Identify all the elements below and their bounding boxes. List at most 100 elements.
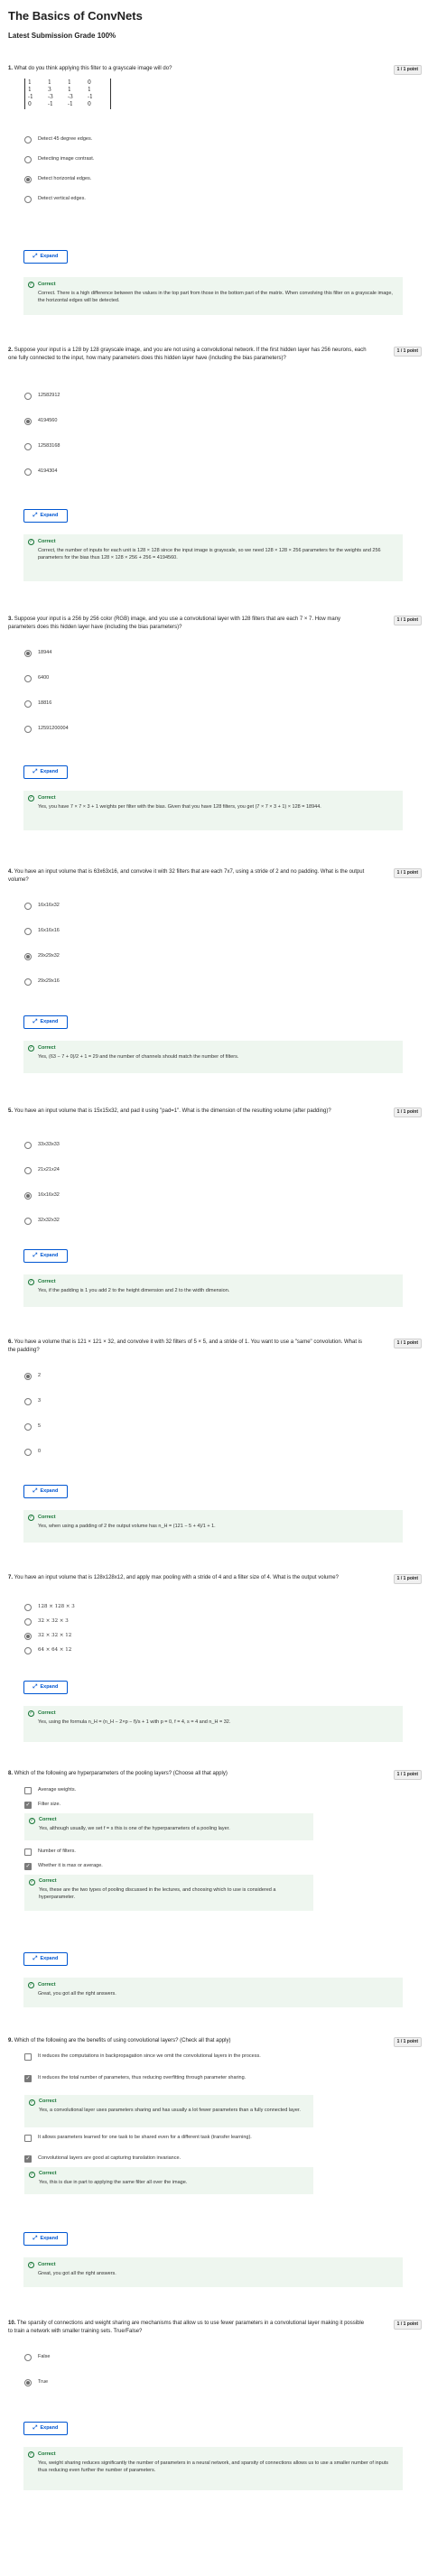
radio-button-selected[interactable]: [24, 650, 32, 657]
radio-button-selected[interactable]: [24, 1373, 32, 1380]
checkbox-checked[interactable]: ✓: [24, 1863, 32, 1870]
radio-button[interactable]: [24, 1167, 32, 1174]
check-icon: ✓: [28, 2262, 34, 2268]
option[interactable]: 0: [24, 1448, 422, 1457]
check-icon: ✓: [28, 282, 34, 288]
option[interactable]: 21x21x24: [24, 1166, 422, 1175]
radio-button[interactable]: [24, 443, 32, 450]
radio-button[interactable]: [24, 1218, 32, 1225]
checkbox-checked[interactable]: ✓: [24, 2075, 32, 2082]
expand-icon: ⤢: [33, 1488, 38, 1495]
expand-button[interactable]: ⤢ Expand: [23, 1485, 68, 1498]
radio-button[interactable]: [24, 1449, 32, 1456]
radio-button[interactable]: [24, 675, 32, 682]
filter-matrix: 1110 1311 -1 -3 -3 -1 0 -1 -1 0: [24, 78, 111, 110]
radio-button[interactable]: [24, 468, 32, 476]
option-feedback: ✓ Correct Yes, a convolutional layer uses …: [24, 2095, 313, 2127]
option[interactable]: 4194560: [24, 417, 422, 426]
option[interactable]: 4194304: [24, 468, 422, 477]
expand-button[interactable]: ⤢ Expand: [23, 2232, 68, 2246]
radio-button[interactable]: [24, 1142, 32, 1149]
expand-button[interactable]: ⤢ Expand: [23, 1249, 68, 1263]
radio-button-selected[interactable]: [24, 1633, 32, 1640]
option[interactable]: Detect vertical edges.: [24, 195, 422, 204]
option[interactable]: 29x29x16: [24, 978, 422, 987]
expand-button[interactable]: ⤢ Expand: [23, 2422, 68, 2435]
radio-button[interactable]: [24, 1423, 32, 1431]
option[interactable]: It reduces the computations in backpropa…: [24, 2053, 422, 2070]
radio-button-selected[interactable]: [24, 176, 32, 183]
option[interactable]: 12582912: [24, 392, 422, 401]
quiz-page: The Basics of ConvNets Latest Submission…: [0, 0, 428, 2576]
radio-button[interactable]: [24, 393, 32, 400]
option[interactable]: 128 × 128 × 3: [24, 1603, 422, 1612]
radio-button[interactable]: [24, 2354, 32, 2361]
option[interactable]: True: [24, 2378, 422, 2387]
grade-label: Latest Submission Grade 100%: [8, 31, 116, 40]
option[interactable]: 18944: [24, 649, 422, 658]
radio-button[interactable]: [24, 136, 32, 144]
radio-button-selected[interactable]: [24, 953, 32, 960]
expand-button[interactable]: ⤢ Expand: [23, 509, 68, 523]
option[interactable]: ✓ It reduces the total number of paramete…: [24, 2075, 422, 2091]
option[interactable]: 32 × 32 × 3: [24, 1617, 422, 1626]
option[interactable]: 5: [24, 1422, 422, 1432]
radio-button[interactable]: [24, 978, 32, 986]
option[interactable]: 2: [24, 1372, 422, 1381]
points-badge: 1 / 1 point: [393, 1770, 422, 1780]
option[interactable]: 16x16x16: [24, 927, 422, 936]
checkbox-checked[interactable]: ✓: [24, 1802, 32, 1809]
radio-button-selected[interactable]: [24, 418, 32, 425]
radio-button[interactable]: [24, 1604, 32, 1611]
checkbox[interactable]: [24, 2135, 32, 2142]
option[interactable]: 16x16x32: [24, 902, 422, 911]
radio-button[interactable]: [24, 1618, 32, 1626]
checkbox-checked[interactable]: ✓: [24, 2155, 32, 2163]
radio-button[interactable]: [24, 928, 32, 935]
option-feedback: ✓ Correct Yes, these are the two types of …: [24, 1875, 313, 1911]
check-icon: ✓: [28, 1982, 34, 1988]
option[interactable]: Detect horizontal edges.: [24, 175, 422, 184]
option[interactable]: 16x16x32: [24, 1191, 422, 1200]
option[interactable]: Average weights.: [24, 1786, 422, 1795]
option[interactable]: 6400: [24, 674, 422, 683]
option[interactable]: Detect 45 degree edges.: [24, 135, 422, 144]
radio-button[interactable]: [24, 726, 32, 733]
radio-button[interactable]: [24, 903, 32, 910]
expand-button[interactable]: ⤢ Expand: [23, 1952, 68, 1966]
option[interactable]: ✓ Whether it is max or average.: [24, 1862, 422, 1871]
check-icon: ✓: [29, 2172, 35, 2178]
radio-button-selected[interactable]: [24, 1192, 32, 1200]
option[interactable]: Detecting image contrast.: [24, 155, 422, 164]
checkbox[interactable]: [24, 1849, 32, 1856]
feedback-box: ✓ Correct Correct. There is a high differe…: [23, 277, 403, 315]
option[interactable]: ✓ Convolutional layers are good at captur…: [24, 2154, 422, 2164]
option[interactable]: 32x32x32: [24, 1217, 422, 1226]
radio-button[interactable]: [24, 196, 32, 203]
expand-button[interactable]: ⤢ Expand: [23, 1681, 68, 1694]
radio-button[interactable]: [24, 156, 32, 163]
option[interactable]: It allows parameters learned for one tas…: [24, 2135, 422, 2151]
option[interactable]: 29x29x32: [24, 952, 422, 961]
option[interactable]: 12591200004: [24, 725, 422, 734]
option[interactable]: 3: [24, 1397, 422, 1406]
radio-button[interactable]: [24, 700, 32, 708]
option[interactable]: Number of filters.: [24, 1848, 422, 1857]
option[interactable]: 18816: [24, 700, 422, 709]
option[interactable]: 64 × 64 × 12: [24, 1646, 422, 1655]
option[interactable]: 32 × 32 × 12: [24, 1632, 422, 1641]
radio-button-selected[interactable]: [24, 2379, 32, 2386]
option[interactable]: ✓ Filter size.: [24, 1801, 422, 1810]
points-badge: 1 / 1 point: [393, 868, 422, 878]
option[interactable]: False: [24, 2353, 422, 2362]
option[interactable]: 33x33x33: [24, 1141, 422, 1150]
check-icon: ✓: [28, 795, 34, 802]
expand-button[interactable]: ⤢ Expand: [23, 250, 68, 264]
expand-button[interactable]: ⤢ Expand: [23, 1015, 68, 1029]
radio-button[interactable]: [24, 1647, 32, 1654]
expand-button[interactable]: ⤢ Expand: [23, 765, 68, 779]
option[interactable]: 12583168: [24, 442, 422, 451]
checkbox[interactable]: [24, 2053, 32, 2061]
checkbox[interactable]: [24, 1787, 32, 1794]
radio-button[interactable]: [24, 1398, 32, 1405]
